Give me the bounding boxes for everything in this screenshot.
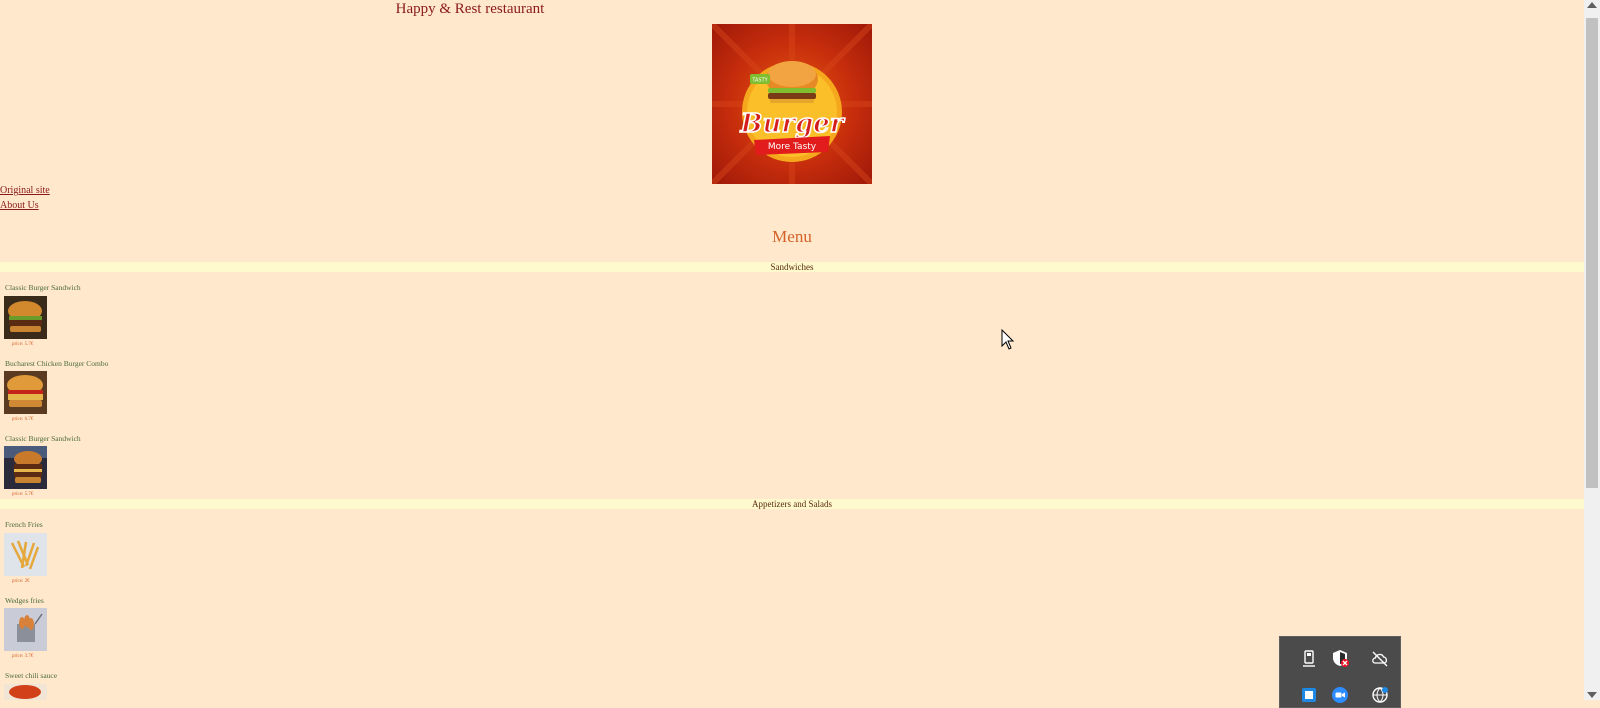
item-name: French Fries — [5, 520, 43, 529]
burger-logo-icon: Burger More Tasty TASTY — [712, 24, 872, 184]
item-price: price: 3.7€ — [12, 654, 34, 659]
scrollbar-thumb[interactable] — [1586, 18, 1598, 488]
security-warning-icon[interactable] — [1330, 648, 1350, 668]
vertical-scrollbar[interactable] — [1584, 0, 1600, 700]
item-price: price: 5.7€ — [12, 492, 34, 497]
scroll-up-arrow-icon[interactable] — [1587, 2, 1597, 8]
fries-photo-icon[interactable] — [4, 533, 47, 576]
item-name: Classic Burger Sandwich — [5, 283, 81, 292]
item-price: price: 6.7€ — [12, 417, 34, 422]
network-icon[interactable] — [1370, 685, 1390, 705]
item-name: Sweet chili sauce — [5, 671, 58, 680]
wedges-photo-icon[interactable] — [4, 608, 47, 651]
item-price: price: 5.7€ — [12, 342, 34, 347]
page: Happy & Rest restaurant Burger More Tast… — [0, 0, 1584, 700]
item-name: Bucharest Chicken Burger Combo — [5, 359, 109, 368]
app-icon[interactable] — [1299, 685, 1319, 705]
burger-logo: Burger More Tasty TASTY — [712, 24, 872, 184]
cloud-offline-icon[interactable] — [1370, 648, 1390, 668]
item-price: price: 2€ — [12, 579, 30, 584]
category-sandwiches: Sandwiches — [0, 262, 1584, 272]
scroll-down-arrow-icon[interactable] — [1587, 692, 1597, 698]
site-title: Happy & Rest restaurant — [395, 1, 545, 17]
item-name: Wedges fries — [5, 596, 44, 605]
original-site-link[interactable]: Original site — [0, 185, 50, 196]
chicken-burger-photo-icon[interactable] — [4, 371, 47, 414]
about-us-link[interactable]: About Us — [0, 200, 39, 211]
mouse-cursor-icon — [1001, 329, 1015, 350]
logo-brand-text: Burger — [740, 109, 846, 139]
double-burger-photo-icon[interactable] — [4, 446, 47, 489]
system-tray-popup — [1279, 636, 1401, 708]
logo-tagline: More Tasty — [768, 142, 817, 152]
usb-eject-icon[interactable] — [1299, 648, 1319, 668]
zoom-icon[interactable] — [1330, 685, 1350, 705]
sauce-photo-icon[interactable] — [4, 684, 47, 700]
item-name: Classic Burger Sandwich — [5, 434, 81, 443]
logo-badge-text: TASTY — [751, 78, 768, 84]
category-appetizers-salads: Appetizers and Salads — [0, 499, 1584, 509]
menu-title: Menu — [772, 227, 812, 246]
burger-photo-icon[interactable] — [4, 296, 47, 339]
